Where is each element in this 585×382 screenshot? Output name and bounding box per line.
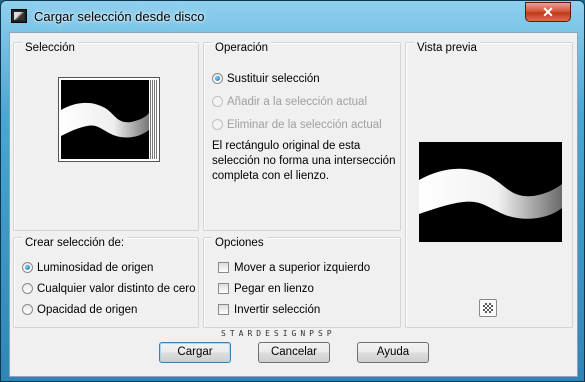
radio-indicator[interactable] (212, 96, 223, 107)
radio-anadir-seleccion[interactable]: Añadir a la selección actual (212, 96, 367, 114)
selection-thumbnail-image (61, 80, 157, 159)
seleccion-group-label: Selección (22, 42, 78, 54)
checkbox-label: Invertir selección (234, 304, 321, 316)
dialog-client-area: Selección Operación Sustituir selección … (9, 32, 578, 377)
radio-label: Cualquier valor distinto de cero (37, 283, 196, 295)
radio-indicator[interactable] (212, 119, 223, 130)
checkbox-box[interactable] (218, 262, 229, 273)
radio-indicator[interactable] (22, 304, 33, 315)
vista-previa-group-label: Vista previa (414, 42, 480, 54)
watermark-text: STARDESIGNPSP (221, 329, 336, 338)
radio-label: Eliminar de la selección actual (227, 119, 382, 131)
close-button[interactable]: ✕ (525, 2, 571, 22)
dialog-window: Cargar selección desde disco ✕ Selección (0, 0, 585, 382)
operacion-group: Operación Sustituir selección Añadir a l… (203, 42, 401, 231)
seleccion-group: Selección (13, 42, 199, 231)
radio-sustituir-seleccion[interactable]: Sustituir selección (212, 73, 320, 91)
cancelar-button[interactable]: Cancelar (258, 342, 330, 363)
crear-seleccion-group: Crear selección de: Luminosidad de orige… (13, 237, 199, 328)
title-bar[interactable]: Cargar selección desde disco ✕ (1, 1, 584, 32)
vista-previa-group: Vista previa (405, 42, 573, 328)
checkbox-invertir-seleccion[interactable]: Invertir selección (218, 304, 320, 322)
thumbnail-scroll-strip (149, 80, 157, 159)
radio-cualquier-valor[interactable]: Cualquier valor distinto de cero (22, 283, 196, 301)
wave-shape-preview (419, 168, 562, 219)
checkbox-label: Mover a superior izquierdo (234, 262, 371, 274)
selection-thumbnail[interactable] (58, 77, 160, 162)
checkbox-box[interactable] (218, 304, 229, 315)
operacion-group-label: Operación (212, 42, 272, 54)
checkbox-pegar-en-lienzo[interactable]: Pegar en lienzo (218, 283, 314, 301)
intersection-message: El rectángulo original de esta selección… (212, 140, 396, 182)
checkbox-mover-superior-izquierdo[interactable]: Mover a superior izquierdo (218, 262, 370, 280)
crear-seleccion-group-label: Crear selección de: (22, 237, 128, 249)
radio-label: Sustituir selección (227, 73, 320, 85)
radio-eliminar-seleccion[interactable]: Eliminar de la selección actual (212, 119, 382, 137)
radio-indicator[interactable] (22, 283, 33, 294)
cargar-button[interactable]: Cargar (159, 342, 231, 363)
radio-label: Luminosidad de origen (37, 262, 154, 274)
ayuda-button[interactable]: Ayuda (357, 342, 429, 363)
window-title: Cargar selección desde disco (34, 9, 205, 24)
checkbox-box[interactable] (218, 283, 229, 294)
transparency-checker-icon[interactable] (479, 299, 497, 317)
opciones-group-label: Opciones (212, 237, 267, 249)
radio-selected-indicator[interactable] (22, 262, 33, 273)
preview-image (419, 142, 562, 242)
radio-label: Opacidad de origen (37, 304, 138, 316)
opciones-group: Opciones Mover a superior izquierdo Pega… (203, 237, 401, 328)
radio-luminosidad-origen[interactable]: Luminosidad de origen (22, 262, 153, 280)
app-icon (11, 9, 27, 23)
wave-shape-thumbnail (61, 102, 149, 138)
checkbox-label: Pegar en lienzo (234, 283, 314, 295)
radio-selected-indicator[interactable] (212, 73, 223, 84)
radio-label: Añadir a la selección actual (227, 96, 367, 108)
radio-opacidad-origen[interactable]: Opacidad de origen (22, 304, 137, 322)
